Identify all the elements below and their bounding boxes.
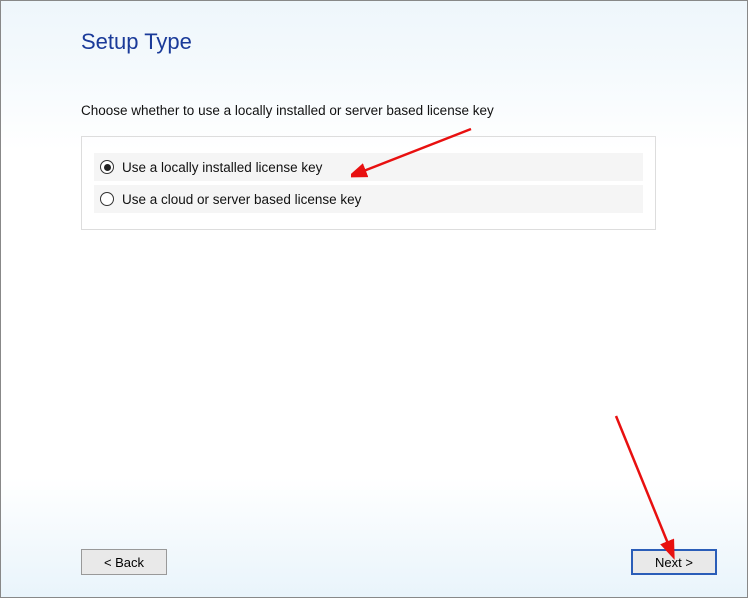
- radio-icon: [100, 160, 114, 174]
- content-area: Choose whether to use a locally installe…: [1, 55, 747, 230]
- annotation-arrow-icon: [611, 411, 731, 561]
- back-button[interactable]: < Back: [81, 549, 167, 575]
- radio-icon: [100, 192, 114, 206]
- next-button[interactable]: Next >: [631, 549, 717, 575]
- wizard-dialog: Setup Type Choose whether to use a local…: [0, 0, 748, 598]
- radio-option-local[interactable]: Use a locally installed license key: [94, 153, 643, 181]
- radio-option-server[interactable]: Use a cloud or server based license key: [94, 185, 643, 213]
- prompt-text: Choose whether to use a locally installe…: [81, 103, 747, 118]
- radio-label: Use a locally installed license key: [122, 160, 322, 175]
- radio-label: Use a cloud or server based license key: [122, 192, 361, 207]
- options-group: Use a locally installed license key Use …: [81, 136, 656, 230]
- page-title: Setup Type: [1, 1, 747, 55]
